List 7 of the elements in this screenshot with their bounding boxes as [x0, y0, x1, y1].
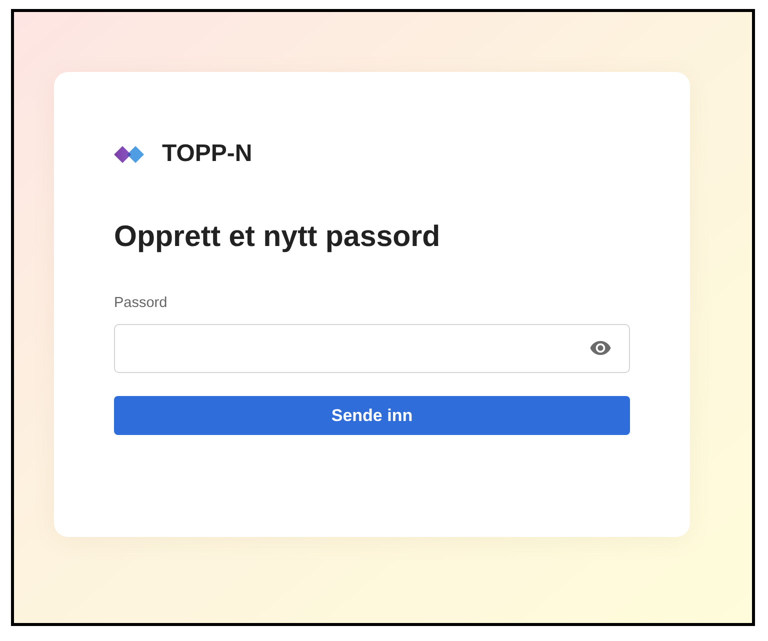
logo-icon	[114, 146, 144, 162]
brand-name: TOPP-N	[162, 140, 252, 168]
eye-icon[interactable]	[590, 341, 611, 355]
page-heading: Opprett et nytt passord	[114, 219, 440, 255]
submit-button[interactable]: Sende inn	[114, 396, 630, 435]
password-field[interactable]	[114, 324, 630, 373]
field-label: Passord	[114, 294, 168, 313]
